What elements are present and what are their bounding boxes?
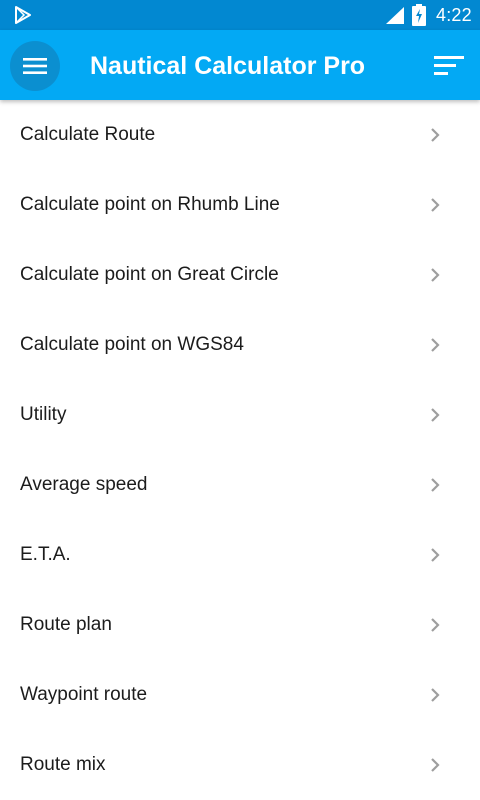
chevron-right-icon: [431, 198, 440, 212]
app-bar: Nautical Calculator Pro: [0, 30, 480, 100]
list-item-rhumb-line[interactable]: Calculate point on Rhumb Line: [0, 170, 480, 240]
chevron-right-icon: [431, 478, 440, 492]
status-time: 4:22: [436, 5, 472, 25]
list-item-label: Utility: [20, 404, 67, 425]
hamburger-menu-icon: [23, 58, 47, 74]
menu-list: Calculate Route Calculate point on Rhumb…: [0, 100, 480, 800]
list-item-calculate-route[interactable]: Calculate Route: [0, 100, 480, 170]
list-item-label: Calculate point on Rhumb Line: [20, 194, 280, 215]
battery-charging-icon: [412, 4, 426, 26]
list-item-waypoint-route[interactable]: Waypoint route: [0, 660, 480, 730]
chevron-right-icon: [431, 268, 440, 282]
list-item-eta[interactable]: E.T.A.: [0, 520, 480, 590]
play-store-icon: [15, 6, 31, 24]
list-item-route-mix[interactable]: Route mix: [0, 730, 480, 800]
chevron-right-icon: [431, 408, 440, 422]
list-item-great-circle[interactable]: Calculate point on Great Circle: [0, 240, 480, 310]
list-item-label: Route plan: [20, 614, 112, 635]
sort-icon[interactable]: [432, 54, 466, 78]
list-item-label: Calculate point on Great Circle: [20, 264, 279, 285]
list-item-utility[interactable]: Utility: [0, 380, 480, 450]
chevron-right-icon: [431, 338, 440, 352]
chevron-right-icon: [431, 758, 440, 772]
list-item-label: E.T.A.: [20, 544, 71, 565]
list-item-route-plan[interactable]: Route plan: [0, 590, 480, 660]
list-item-wgs84[interactable]: Calculate point on WGS84: [0, 310, 480, 380]
chevron-right-icon: [431, 128, 440, 142]
list-item-label: Average speed: [20, 474, 148, 495]
list-item-label: Waypoint route: [20, 684, 148, 705]
menu-button[interactable]: [10, 41, 60, 91]
list-item-label: Calculate point on WGS84: [20, 334, 244, 355]
status-bar: 4:22: [0, 0, 480, 30]
page-title: Nautical Calculator Pro: [90, 52, 366, 80]
chevron-right-icon: [431, 548, 440, 562]
list-item-label: Route mix: [20, 754, 106, 775]
list-item-label: Calculate Route: [20, 124, 156, 145]
signal-icon: [386, 7, 404, 24]
chevron-right-icon: [431, 618, 440, 632]
list-item-average-speed[interactable]: Average speed: [0, 450, 480, 520]
chevron-right-icon: [431, 688, 440, 702]
